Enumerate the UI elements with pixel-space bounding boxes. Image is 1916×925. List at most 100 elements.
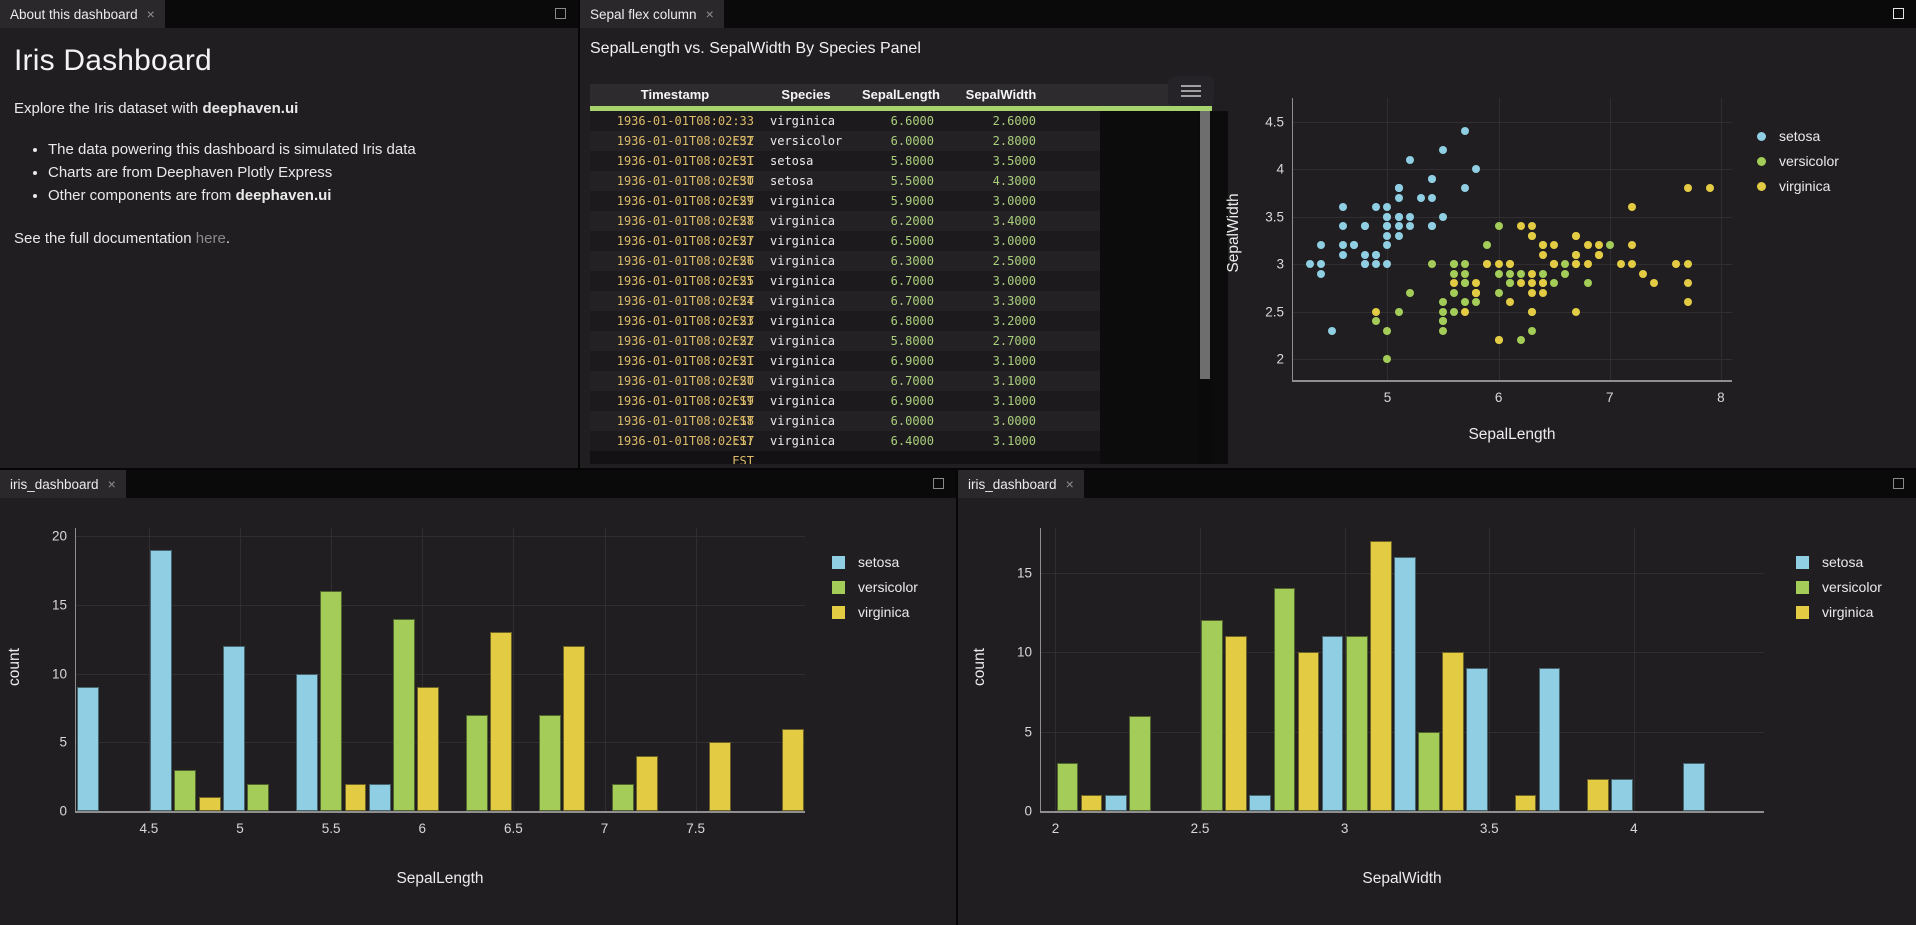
scatter-point-versicolor xyxy=(1495,289,1503,297)
histogram-bar-virginica xyxy=(1587,779,1609,811)
histogram-bar-setosa xyxy=(1394,557,1416,811)
scatter-point-virginica xyxy=(1684,279,1692,287)
panel-sepal-length-histogram: iris_dashboard × 051015204.555.566.577.5… xyxy=(0,470,956,925)
legend-label: setosa xyxy=(858,554,899,570)
table-row[interactable]: 1936-01-01T08:02:30 ESTsetosa5.50004.300… xyxy=(590,171,1100,191)
close-icon[interactable]: × xyxy=(147,6,155,22)
scatter-point-setosa xyxy=(1472,165,1480,173)
scatter-point-virginica xyxy=(1528,279,1536,287)
column-header[interactable]: Timestamp xyxy=(590,84,760,106)
scatter-point-virginica xyxy=(1539,289,1547,297)
table-row[interactable]: 1936-01-01T08:02:18 ESTvirginica6.00003.… xyxy=(590,411,1100,431)
close-icon[interactable]: × xyxy=(108,476,116,492)
sepal-width-histogram-chart[interactable]: 05101522.533.54 count SepalWidth setosav… xyxy=(958,498,1916,925)
histogram-bar-virginica xyxy=(345,784,367,811)
cell-species: setosa xyxy=(760,171,852,191)
x-tick-label: 2.5 xyxy=(1191,821,1210,836)
tab-iris-dashboard[interactable]: iris_dashboard × xyxy=(958,470,1084,498)
maximize-icon[interactable] xyxy=(555,8,566,19)
table-row[interactable]: 1936-01-01T08:02:32 ESTversicolor6.00002… xyxy=(590,131,1100,151)
sepal-scatter-chart[interactable]: 22.533.544.55678 SepalWidth SepalLength … xyxy=(1212,84,1916,464)
table-row[interactable]: 1936-01-01T08:02:24 ESTvirginica6.70003.… xyxy=(590,291,1100,311)
table-row[interactable]: 1936-01-01T08:02:31 ESTsetosa5.80003.500… xyxy=(590,151,1100,171)
table-menu-button[interactable] xyxy=(1168,76,1214,106)
table-row[interactable]: 1936-01-01T08:02:29 ESTvirginica5.90003.… xyxy=(590,191,1100,211)
maximize-icon[interactable] xyxy=(1893,478,1904,489)
sepal-length-histogram-chart[interactable]: 051015204.555.566.577.5 count SepalLengt… xyxy=(0,498,956,925)
iris-data-table[interactable]: TimestampSpeciesSepalLengthSepalWidth 19… xyxy=(590,84,1212,464)
y-tick-label: 3.5 xyxy=(1265,209,1284,224)
table-scrollbar[interactable] xyxy=(1198,111,1212,464)
legend-item-virginica[interactable]: virginica xyxy=(1796,604,1882,620)
histogram-bar-virginica xyxy=(782,729,804,811)
tab-iris-dashboard[interactable]: iris_dashboard × xyxy=(0,470,126,498)
table-row[interactable]: 1936-01-01T08:02:26 ESTvirginica6.30002.… xyxy=(590,251,1100,271)
scatter-point-setosa xyxy=(1406,213,1414,221)
column-header[interactable]: SepalLength xyxy=(852,84,950,106)
table-row[interactable]: 1936-01-01T08:02:28 ESTvirginica6.20003.… xyxy=(590,211,1100,231)
table-row[interactable]: 1936-01-01T08:02:33 ESTvirginica6.60002.… xyxy=(590,111,1100,131)
legend-swatch-virginica xyxy=(832,606,845,619)
scatter-point-setosa xyxy=(1339,241,1347,249)
legend-item-versicolor[interactable]: versicolor xyxy=(1757,153,1839,169)
scatter-point-versicolor xyxy=(1506,279,1514,287)
cell-timestamp: 1936-01-01T08:02:17 EST xyxy=(590,431,760,451)
cell-sepalwidth: 3.5000 xyxy=(950,151,1052,171)
scatter-point-setosa xyxy=(1361,260,1369,268)
close-icon[interactable]: × xyxy=(1066,476,1074,492)
table-row[interactable]: 1936-01-01T08:02:25 ESTvirginica6.70003.… xyxy=(590,271,1100,291)
cell-timestamp: 1936-01-01T08:02:31 EST xyxy=(590,151,760,171)
legend-item-setosa[interactable]: setosa xyxy=(1796,554,1882,570)
bullet-item: The data powering this dashboard is simu… xyxy=(48,141,564,158)
legend-item-setosa[interactable]: setosa xyxy=(832,554,918,570)
legend-item-virginica[interactable]: virginica xyxy=(1757,178,1839,194)
scrollbar-thumb[interactable] xyxy=(1200,111,1210,379)
histogram-plot-area[interactable]: 05101522.533.54 xyxy=(1040,528,1764,813)
close-icon[interactable]: × xyxy=(706,6,714,22)
scatter-point-versicolor xyxy=(1428,260,1436,268)
cell-timestamp: 1936-01-01T08:02:30 EST xyxy=(590,171,760,191)
table-row[interactable]: 1936-01-01T08:02:21 ESTvirginica6.90003.… xyxy=(590,351,1100,371)
scatter-point-virginica xyxy=(1684,260,1692,268)
scatter-point-virginica xyxy=(1706,184,1714,192)
cell-sepalwidth: 2.8000 xyxy=(950,131,1052,151)
y-tick-label: 10 xyxy=(52,666,67,681)
hamburger-icon xyxy=(1181,85,1201,87)
scatter-plot-area[interactable]: 22.533.544.55678 xyxy=(1292,98,1732,382)
maximize-icon[interactable] xyxy=(933,478,944,489)
docs-link[interactable]: here xyxy=(196,230,226,247)
cell-sepalwidth: 3.0000 xyxy=(950,231,1052,251)
table-row[interactable]: 1936-01-01T08:02:17 ESTvirginica6.40003.… xyxy=(590,431,1100,451)
tab-about-this-dashboard[interactable]: About this dashboard × xyxy=(0,0,165,28)
column-header[interactable]: SepalWidth xyxy=(950,84,1052,106)
maximize-icon[interactable] xyxy=(1893,8,1904,19)
table-row[interactable]: 1936-01-01T08:02:23 ESTvirginica6.80003.… xyxy=(590,311,1100,331)
scatter-point-setosa xyxy=(1439,146,1447,154)
y-tick-label: 5 xyxy=(59,735,67,750)
scatter-point-setosa xyxy=(1339,203,1347,211)
tab-sepal-flex-column[interactable]: Sepal flex column × xyxy=(580,0,724,28)
legend-item-versicolor[interactable]: versicolor xyxy=(832,579,918,595)
tab-label: About this dashboard xyxy=(10,7,138,22)
gridline-horizontal xyxy=(1293,122,1732,123)
table-row[interactable]: 1936-01-01T08:02:20 ESTvirginica6.70003.… xyxy=(590,371,1100,391)
scatter-point-setosa xyxy=(1383,241,1391,249)
cell-sepalwidth: 3.1000 xyxy=(950,371,1052,391)
scatter-point-setosa xyxy=(1339,222,1347,230)
legend-item-virginica[interactable]: virginica xyxy=(832,604,918,620)
gridline-vertical xyxy=(1634,528,1635,811)
table-row[interactable]: 1936-01-01T08:02:22 ESTvirginica5.80002.… xyxy=(590,331,1100,351)
histogram-bar-versicolor xyxy=(1129,716,1151,811)
table-row[interactable]: 1936-01-01T08:02:19 ESTvirginica6.90003.… xyxy=(590,391,1100,411)
legend-item-setosa[interactable]: setosa xyxy=(1757,128,1839,144)
gridline-vertical xyxy=(1721,98,1722,380)
column-header[interactable]: Species xyxy=(760,84,852,106)
histogram-bar-versicolor xyxy=(1201,620,1223,811)
scatter-point-virginica xyxy=(1483,260,1491,268)
legend-item-versicolor[interactable]: versicolor xyxy=(1796,579,1882,595)
histogram-plot-area[interactable]: 051015204.555.566.577.5 xyxy=(75,528,805,813)
gridline-horizontal xyxy=(1293,312,1732,313)
scatter-point-setosa xyxy=(1406,156,1414,164)
table-row[interactable]: 1936-01-01T08:02:27 ESTvirginica6.50003.… xyxy=(590,231,1100,251)
scatter-point-setosa xyxy=(1395,194,1403,202)
